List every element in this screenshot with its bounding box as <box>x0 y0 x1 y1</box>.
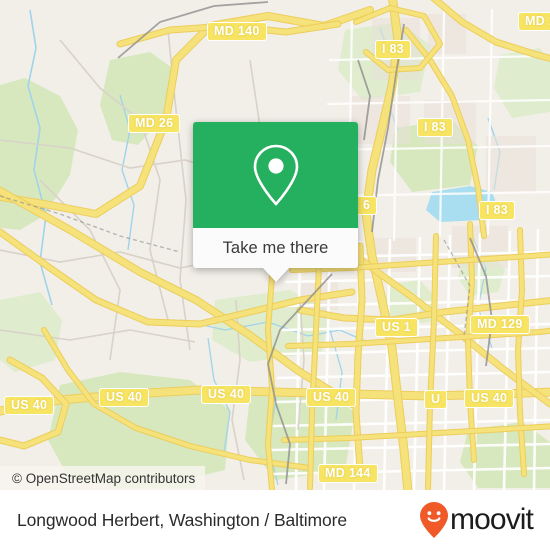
place-title: Longwood Herbert, Washington / Baltimore <box>17 509 347 530</box>
map-attribution[interactable]: © OpenStreetMap contributors <box>0 466 206 490</box>
map-screenshot: .park { fill:#d7e8bf; } .park2 { fill:#d… <box>0 0 550 550</box>
road-shield: US 40 <box>201 385 252 404</box>
moovit-wordmark: moovit <box>450 503 534 536</box>
moovit-logo[interactable]: moovit <box>419 501 534 539</box>
attribution-text: © OpenStreetMap contributors <box>12 470 196 486</box>
take-me-there-button[interactable]: Take me there <box>193 228 358 268</box>
road-shield: I 83 <box>417 118 454 137</box>
road-shield: MD 129 <box>470 315 530 334</box>
road-shield: MD 26 <box>128 114 181 133</box>
road-shield: MD 144 <box>318 464 378 483</box>
map-pin-icon <box>253 144 298 206</box>
road-shield: U <box>424 390 448 409</box>
road-shield: US 40 <box>306 388 357 407</box>
road-shield: MD 140 <box>207 22 267 41</box>
road-shield: US 40 <box>464 389 515 408</box>
callout-pointer <box>262 268 289 282</box>
moovit-smiley-pin-icon <box>420 502 449 538</box>
callout-image-panel <box>193 122 358 228</box>
road-shield: I 83 <box>375 40 412 59</box>
take-me-there-label: Take me there <box>222 238 329 257</box>
footer-bar: Longwood Herbert, Washington / Baltimore… <box>0 490 550 550</box>
road-shield: MD 1 <box>518 12 550 31</box>
road-shield: US 40 <box>4 396 55 415</box>
road-shield: US 40 <box>99 388 150 407</box>
road-shield: 6 <box>356 196 378 215</box>
road-shield: I 83 <box>479 201 516 220</box>
destination-callout-card[interactable]: Take me there <box>193 122 358 282</box>
road-shield: US 1 <box>375 318 418 337</box>
